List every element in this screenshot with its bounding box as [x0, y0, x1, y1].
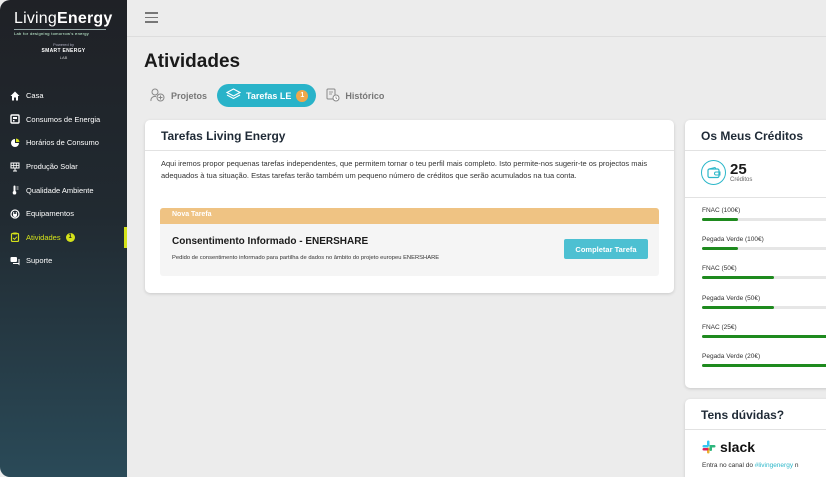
tab-tarefas-le[interactable]: Tarefas LE 1	[217, 84, 317, 107]
sidebar-item-suporte[interactable]: Suporte	[0, 249, 127, 273]
credit-total-value: 25	[730, 161, 747, 178]
tab-label: Histórico	[345, 90, 385, 101]
reward-item[interactable]: Pegada Verde (20€)	[702, 353, 826, 367]
sidebar-item-atividades[interactable]: Atividades 1	[0, 226, 127, 250]
living-energy-logo[interactable]: LivingEnergy Lab for designing tomorrow'…	[14, 10, 114, 36]
reward-progress-fill	[702, 218, 738, 221]
history-icon	[326, 88, 340, 104]
logo-text-bold: Energy	[57, 10, 113, 27]
reward-progress-bar	[702, 364, 826, 367]
sidebar-item-label: Atividades	[26, 232, 61, 242]
home-icon	[9, 90, 20, 101]
help-card: Tens dúvidas? slack Entra no canal do #l…	[685, 399, 826, 477]
reward-item[interactable]: Pegada Verde (100€)	[702, 236, 826, 251]
partner-logo-text: SMART ENERGY	[41, 48, 86, 54]
reward-progress-fill	[702, 276, 774, 280]
layers-icon	[225, 88, 242, 103]
reward-name: Pegada Verde (100€)	[702, 236, 764, 244]
projects-icon	[150, 88, 166, 104]
reward-item[interactable]: Pegada Verde (50€)	[702, 295, 826, 309]
sidebar-item-horarios[interactable]: Horários de Consumo	[0, 131, 127, 155]
reward-progress-bar	[702, 276, 826, 280]
slack-link[interactable]: slack	[702, 439, 755, 455]
powered-by-label: Powered by	[52, 42, 75, 47]
sidebar-item-label: Casa	[26, 91, 44, 101]
card-title: Tens dúvidas?	[685, 399, 826, 430]
slack-wordmark: slack	[720, 439, 756, 455]
reward-progress-bar	[702, 334, 826, 338]
sidebar-item-label: Consumos de Energia	[26, 114, 101, 124]
sidebar-item-qualidade[interactable]: Qualidade Ambiente	[0, 178, 127, 202]
sidebar: LivingEnergy Lab for designing tomorrow'…	[0, 0, 127, 477]
clock-icon	[9, 137, 20, 148]
sidebar-item-equipamentos[interactable]: Equipamentos	[0, 202, 127, 226]
help-text: Entra no canal do #livingenergy n	[702, 462, 799, 469]
task-header-label: Nova Tarefa	[160, 208, 659, 224]
slack-icon	[702, 440, 716, 454]
sidebar-item-label: Suporte	[26, 256, 53, 266]
task-title: Consentimento Informado - ENERSHARE	[172, 236, 369, 247]
reward-progress-fill	[702, 305, 774, 309]
page-title: Atividades	[144, 51, 241, 72]
chat-icon	[9, 255, 20, 266]
task-description: Pedido de consentimento informado para p…	[172, 255, 440, 261]
plug-icon	[9, 208, 20, 219]
logo-divider	[14, 29, 106, 30]
sidebar-item-label: Equipamentos	[26, 209, 74, 219]
reward-progress-bar	[702, 247, 826, 251]
credits-card: Os Meus Créditos 25 Créditos FNAC (100€)…	[685, 120, 826, 388]
reward-progress-fill	[702, 364, 826, 367]
card-title: Tarefas Living Energy	[145, 120, 674, 151]
activity-tabs: Projetos Tarefas LE 1 Histórico	[150, 84, 394, 107]
sidebar-nav: Casa Consumos de Energia Horários de Con…	[0, 84, 127, 273]
sidebar-item-label: Qualidade Ambiente	[26, 185, 94, 195]
tab-label: Tarefas LE	[246, 90, 292, 101]
complete-task-button[interactable]: Completar Tarefa	[564, 239, 648, 259]
sidebar-item-consumos[interactable]: Consumos de Energia	[0, 108, 127, 132]
tasks-description: Aqui iremos propor pequenas tarefas inde…	[161, 159, 648, 180]
reward-progress-bar	[702, 305, 826, 309]
reward-item[interactable]: FNAC (100€)	[702, 207, 826, 221]
credit-total-label: Créditos	[730, 177, 753, 183]
notification-badge: 1	[65, 232, 75, 242]
reward-name: Pegada Verde (20€)	[702, 353, 761, 360]
credit-total: 25 Créditos	[701, 160, 752, 185]
wallet-icon	[701, 160, 726, 185]
tab-projetos[interactable]: Projetos	[150, 88, 207, 104]
clipboard-icon	[9, 232, 20, 243]
reward-name: FNAC (50€)	[702, 265, 737, 273]
thermometer-icon	[9, 185, 20, 196]
tab-historico[interactable]: Histórico	[326, 88, 384, 104]
reward-name: Pegada Verde (50€)	[702, 294, 761, 302]
sidebar-item-casa[interactable]: Casa	[0, 84, 127, 108]
tab-label: Projetos	[171, 90, 208, 101]
solar-panel-icon	[9, 161, 20, 172]
partner-logo-sub: LAB	[59, 55, 68, 60]
logo-tagline: Lab for designing tomorrow's energy	[14, 31, 90, 36]
task-item: Nova Tarefa Consentimento Informado - EN…	[160, 208, 659, 276]
top-bar	[127, 0, 826, 37]
reward-progress-fill	[702, 334, 826, 338]
sidebar-item-producao-solar[interactable]: Produção Solar	[0, 155, 127, 179]
meter-icon	[9, 114, 20, 125]
card-title: Os Meus Créditos	[685, 120, 826, 151]
logo-text-thin: Living	[14, 10, 58, 27]
reward-name: FNAC (25€)	[702, 323, 737, 331]
divider	[685, 197, 826, 198]
reward-item[interactable]: FNAC (50€)	[702, 265, 826, 280]
hamburger-menu-icon[interactable]	[145, 12, 158, 26]
sidebar-item-label: Horários de Consumo	[26, 138, 99, 148]
reward-progress-fill	[702, 247, 738, 251]
reward-item[interactable]: FNAC (25€)	[702, 324, 826, 338]
help-text-prefix: Entra no canal do	[702, 462, 755, 469]
slack-channel-link[interactable]: #livingenergy	[755, 462, 793, 469]
tasks-card: Tarefas Living Energy Aqui iremos propor…	[145, 120, 674, 293]
reward-name: FNAC (100€)	[702, 207, 741, 214]
sidebar-item-label: Produção Solar	[26, 162, 78, 172]
tab-badge: 1	[296, 89, 309, 102]
reward-progress-bar	[702, 218, 826, 221]
help-text-suffix: n	[793, 462, 799, 469]
